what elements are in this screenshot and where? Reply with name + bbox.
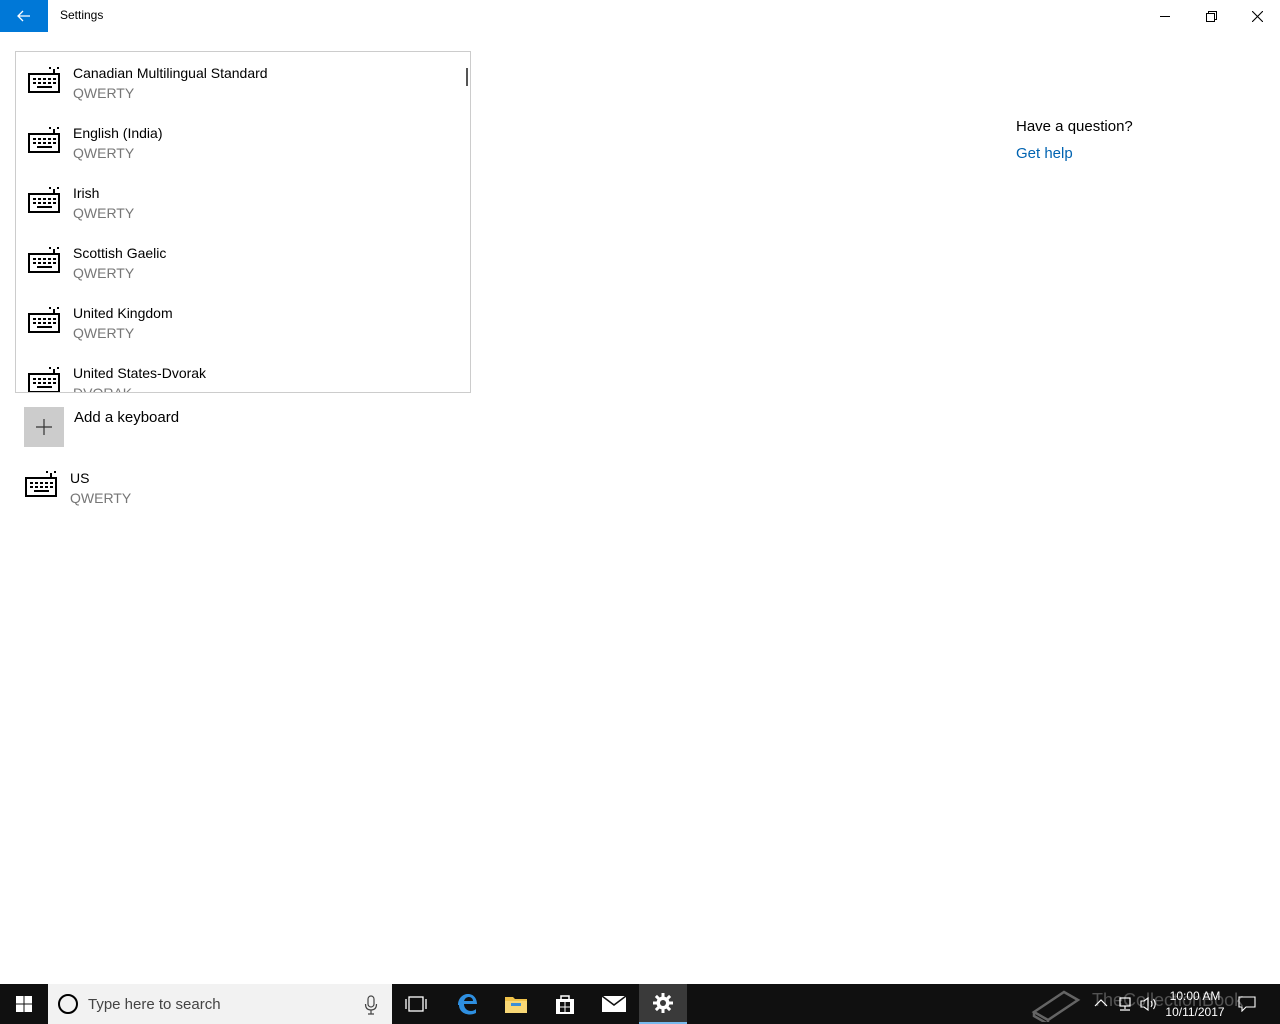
keyboard-icon — [28, 247, 60, 273]
edge-taskbar-button[interactable] — [443, 984, 491, 1024]
installed-keyboard-layout: QWERTY — [70, 490, 132, 506]
get-help-link[interactable]: Get help — [1016, 145, 1133, 162]
keyboard-option-name: United Kingdom — [73, 305, 173, 321]
installed-keyboard-name: US — [70, 470, 90, 486]
keyboard-icon — [28, 67, 60, 93]
keyboard-option-united-kingdom[interactable]: United Kingdom QWERTY — [16, 292, 464, 352]
file-explorer-taskbar-button[interactable] — [492, 984, 540, 1024]
add-keyboard-tile — [24, 407, 64, 447]
restore-button[interactable] — [1188, 0, 1234, 32]
task-view-button[interactable] — [392, 984, 440, 1024]
taskbar: Type here to search TheCollectionBook 10… — [0, 984, 1280, 1024]
help-section: Have a question? Get help — [1016, 118, 1133, 162]
search-placeholder: Type here to search — [88, 996, 221, 1013]
microphone-icon[interactable] — [364, 995, 378, 1015]
help-question: Have a question? — [1016, 118, 1133, 135]
mail-taskbar-button[interactable] — [590, 984, 638, 1024]
start-button[interactable] — [0, 984, 48, 1024]
keyboard-option-irish[interactable]: Irish QWERTY — [16, 172, 464, 232]
keyboard-option-us-dvorak[interactable]: United States-Dvorak DVORAK — [16, 352, 464, 393]
keyboard-icon — [28, 187, 60, 213]
keyboard-option-layout: QWERTY — [73, 265, 135, 281]
keyboard-option-name: Canadian Multilingual Standard — [73, 65, 268, 81]
book-logo-icon — [1031, 990, 1081, 1022]
add-keyboard-label: Add a keyboard — [74, 409, 180, 426]
action-center-icon[interactable] — [1238, 996, 1256, 1012]
keyboard-option-name: Irish — [73, 185, 100, 201]
windows-logo-icon — [16, 996, 32, 1012]
keyboard-option-layout: QWERTY — [73, 205, 135, 221]
clock-date: 10/11/2017 — [1165, 1005, 1225, 1019]
chevron-up-icon[interactable] — [1094, 996, 1108, 1010]
add-keyboard-button[interactable]: Add a keyboard — [24, 407, 324, 447]
keyboard-option-name: Scottish Gaelic — [73, 245, 167, 261]
keyboard-option-canadian-multilingual[interactable]: Canadian Multilingual Standard QWERTY — [16, 52, 464, 112]
minimize-button[interactable] — [1142, 0, 1188, 32]
edge-icon — [458, 994, 477, 1015]
plus-icon — [36, 419, 52, 435]
cortana-icon — [58, 994, 78, 1014]
keyboard-option-layout: QWERTY — [73, 85, 135, 101]
keyboard-options-list[interactable]: Canadian Multilingual Standard QWERTY En… — [15, 51, 471, 393]
keyboard-icon — [28, 127, 60, 153]
gear-icon — [653, 993, 673, 1013]
keyboard-option-scottish-gaelic[interactable]: Scottish Gaelic QWERTY — [16, 232, 464, 292]
settings-taskbar-button[interactable] — [639, 984, 687, 1024]
minimize-icon — [1160, 16, 1170, 17]
task-view-icon — [405, 996, 427, 1012]
folder-icon — [505, 997, 527, 1013]
network-icon[interactable] — [1117, 996, 1133, 1012]
store-bag-icon — [556, 995, 574, 1014]
taskbar-search-box[interactable]: Type here to search — [48, 984, 392, 1024]
store-taskbar-button[interactable] — [541, 984, 589, 1024]
keyboard-option-name: United States-Dvorak — [73, 365, 207, 381]
volume-icon[interactable] — [1140, 996, 1158, 1012]
mail-icon — [601, 995, 627, 1012]
window-title: Settings — [60, 8, 104, 22]
keyboard-option-english-india[interactable]: English (India) QWERTY — [16, 112, 464, 172]
keyboard-option-name: English (India) — [73, 125, 163, 141]
keyboard-option-layout: QWERTY — [73, 145, 135, 161]
keyboard-option-layout: DVORAK — [73, 385, 133, 393]
installed-keyboard-us[interactable]: US QWERTY — [24, 465, 324, 515]
close-icon — [1251, 10, 1263, 22]
close-button[interactable] — [1234, 0, 1280, 32]
keyboard-icon — [28, 307, 60, 333]
restore-icon — [1205, 10, 1217, 22]
back-button[interactable] — [0, 0, 48, 32]
title-bar: Settings — [0, 0, 1280, 32]
taskbar-clock[interactable]: 10:00 AM 10/11/2017 — [1160, 988, 1230, 1020]
keyboard-icon — [28, 367, 60, 392]
list-scrollbar[interactable] — [466, 68, 468, 86]
back-arrow-icon — [17, 10, 30, 22]
keyboard-option-layout: QWERTY — [73, 325, 135, 341]
clock-time: 10:00 AM — [1169, 989, 1221, 1003]
keyboard-icon — [25, 471, 57, 497]
